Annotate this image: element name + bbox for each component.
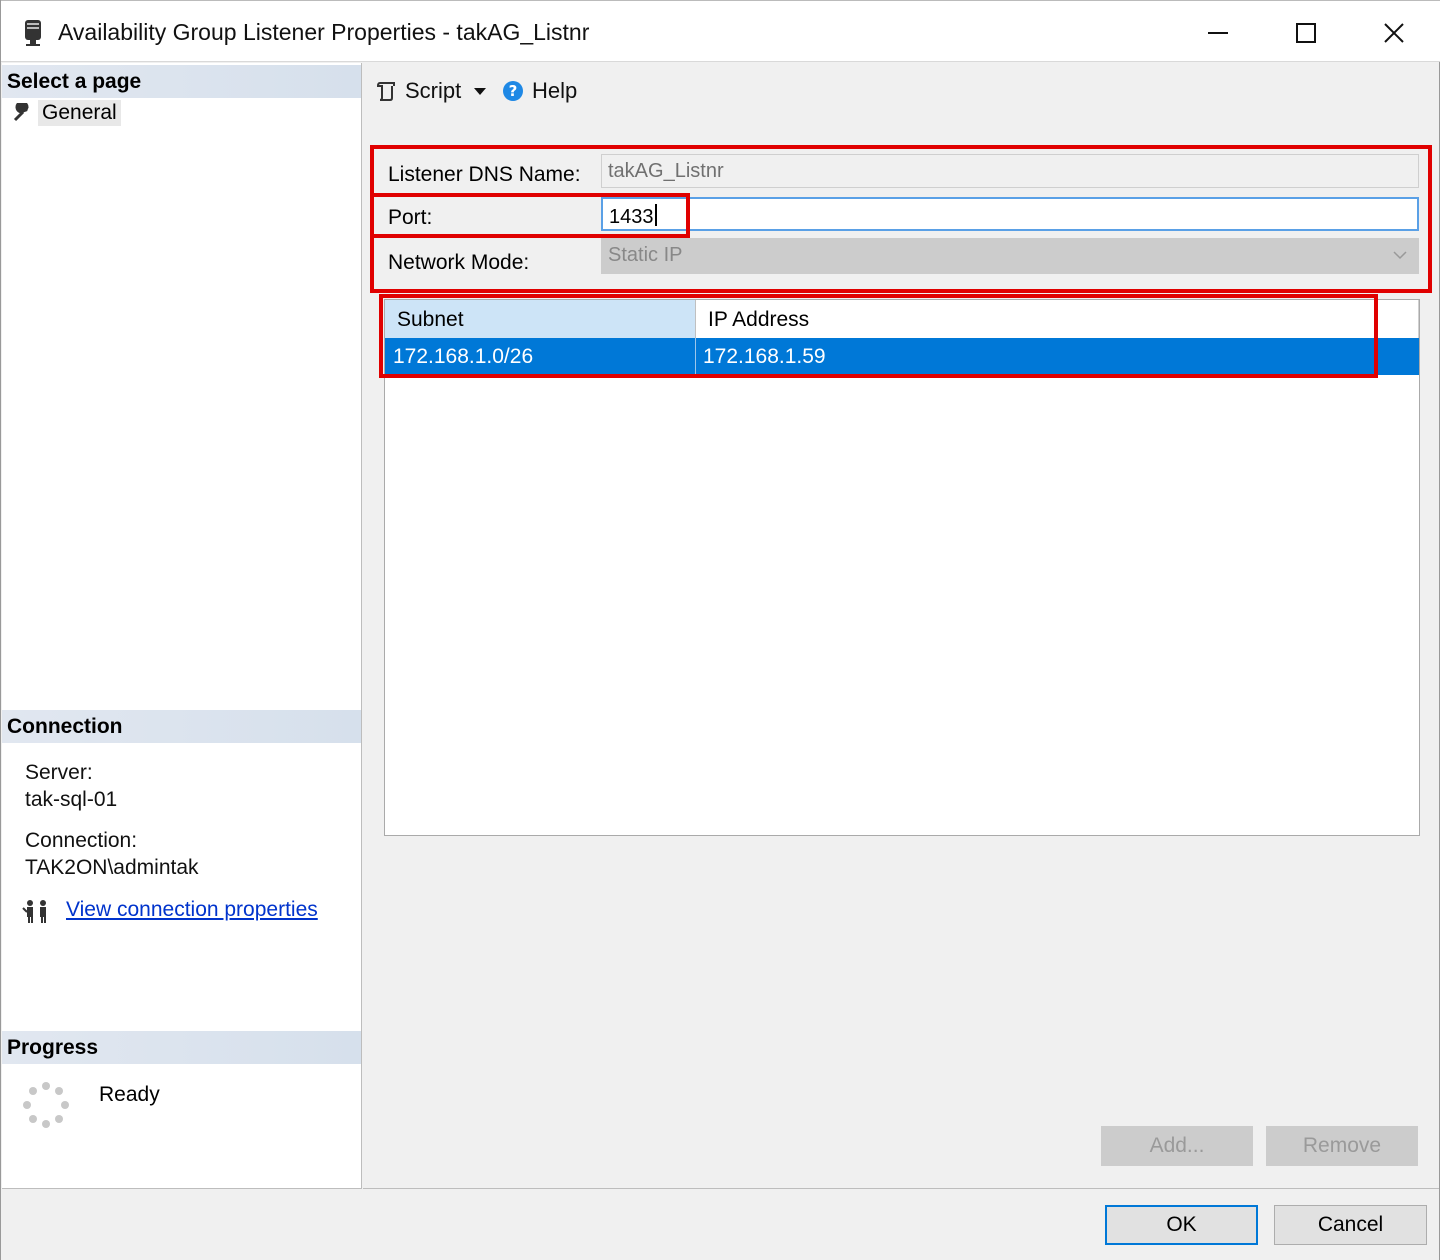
maximize-button[interactable] — [1261, 4, 1351, 62]
script-icon — [376, 82, 395, 101]
listener-dns-name-label: Listener DNS Name: — [388, 163, 581, 186]
close-button[interactable] — [1349, 4, 1439, 62]
subnet-ip-grid[interactable]: Subnet IP Address 172.168.1.0/26 172.168… — [384, 299, 1420, 836]
view-connection-properties-link[interactable]: View connection properties — [66, 898, 318, 922]
help-icon: ? — [503, 81, 523, 101]
cancel-button[interactable]: Cancel — [1274, 1205, 1427, 1245]
close-icon — [1384, 23, 1404, 43]
connection-header: Connection — [2, 710, 361, 743]
port-input[interactable]: 1433 — [601, 197, 1419, 231]
network-mode-value: Static IP — [608, 244, 683, 266]
window-title: Availability Group Listener Properties -… — [58, 19, 590, 45]
column-header-ip-address[interactable]: IP Address — [696, 300, 1419, 338]
minimize-button[interactable] — [1173, 4, 1263, 62]
ok-button[interactable]: OK — [1105, 1205, 1258, 1245]
help-label: Help — [532, 78, 578, 103]
network-mode-label: Network Mode: — [388, 251, 530, 274]
script-dropdown-button[interactable] — [473, 77, 487, 105]
left-pane: Select a page General Connection Server:… — [2, 63, 362, 1189]
connection-label: Connection: — [25, 829, 138, 852]
page-item-label: General — [38, 100, 121, 126]
chevron-down-icon — [474, 88, 486, 95]
remove-button[interactable]: Remove — [1266, 1126, 1418, 1166]
connection-properties-icon — [22, 900, 46, 923]
listener-dns-name-field: takAG_Listnr — [601, 154, 1419, 188]
grid-header: Subnet IP Address — [385, 300, 1419, 338]
page-item-general[interactable]: General — [12, 99, 121, 127]
network-mode-select: Static IP — [601, 238, 1419, 274]
title-bar[interactable]: Availability Group Listener Properties -… — [1, 4, 1440, 62]
cell-ip-address: 172.168.1.59 — [703, 345, 826, 368]
chevron-down-icon — [1393, 251, 1407, 260]
script-label: Script — [405, 78, 462, 103]
table-row[interactable]: 172.168.1.0/26 172.168.1.59 — [385, 338, 1419, 375]
maximize-icon — [1296, 23, 1316, 43]
script-button[interactable]: Script — [375, 77, 461, 105]
server-icon — [25, 20, 41, 46]
add-button[interactable]: Add... — [1101, 1126, 1253, 1166]
column-header-subnet[interactable]: Subnet — [385, 300, 696, 338]
progress-header: Progress — [2, 1031, 361, 1064]
wrench-icon — [13, 103, 29, 122]
select-page-header: Select a page — [2, 65, 361, 98]
minimize-icon — [1208, 32, 1228, 34]
server-label: Server: — [25, 761, 93, 784]
server-value: tak-sql-01 — [25, 788, 118, 811]
svg-text:?: ? — [509, 82, 518, 100]
connection-value: TAK2ON\admintak — [25, 856, 199, 879]
toolbar: Script ? Help — [363, 63, 1439, 131]
progress-status: Ready — [99, 1083, 160, 1106]
text-caret — [654, 204, 657, 226]
progress-spinner-icon — [23, 1082, 69, 1128]
help-button[interactable]: ? Help — [502, 77, 577, 105]
port-value: 1433 — [609, 206, 654, 228]
dialog-window: Availability Group Listener Properties -… — [0, 0, 1440, 1260]
port-label: Port: — [388, 206, 433, 229]
cell-subnet: 172.168.1.0/26 — [385, 338, 696, 375]
